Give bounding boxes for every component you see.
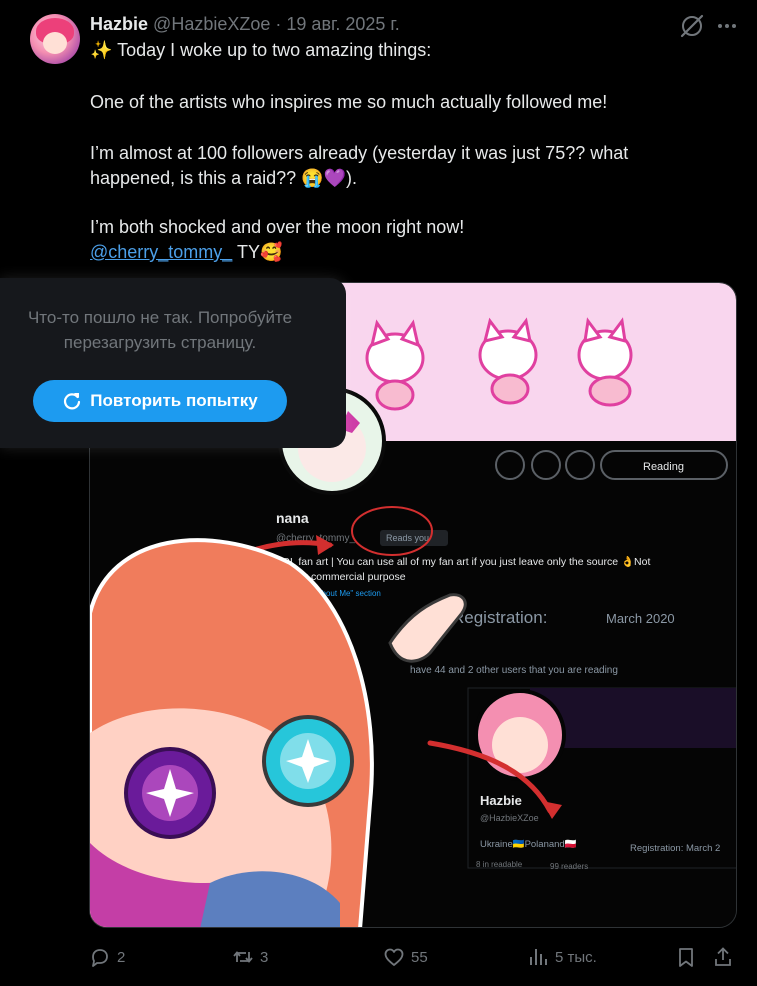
like-count: 55	[411, 948, 428, 966]
post-line-4: happened, is this a raid?? 😭💜).	[90, 168, 357, 188]
profile1-bio: LOL fan art | You can use all of my fan …	[276, 555, 650, 568]
more-icon[interactable]	[712, 12, 742, 40]
profile1-reading-note: have 44 and 2 other users that you are r…	[410, 665, 618, 676]
tweet[interactable]: Hazbie @HazbieXZoe · 19 авг. 2025 г. ✨ T…	[0, 0, 757, 986]
reply-button[interactable]: 2	[89, 940, 125, 974]
grok-icon[interactable]	[678, 12, 706, 40]
mention-link[interactable]: @cherry_tommy_	[90, 242, 232, 262]
views-count: 5 тыс.	[555, 948, 597, 966]
profile2-handle: @HazbieXZoe	[480, 813, 539, 823]
profile2-name: Hazbie	[480, 793, 522, 808]
post-line-1: ✨ Today I woke up to two amazing things:	[90, 40, 432, 60]
like-button[interactable]: 55	[383, 940, 428, 974]
error-toast: Что-то пошло не так. Попробуйте перезагр…	[0, 278, 346, 448]
profile2-readable: 8 in readable	[476, 860, 523, 869]
share-button[interactable]	[712, 940, 734, 974]
author-handle[interactable]: @HazbieXZoe	[153, 14, 270, 34]
avatar-face	[43, 32, 67, 54]
action-bar: 2 3 55 5 тыс.	[0, 940, 757, 974]
repost-count: 3	[260, 948, 269, 966]
share-icon	[715, 947, 731, 966]
retry-button[interactable]: Повторить попытку	[33, 380, 287, 422]
bookmark-button[interactable]	[675, 940, 697, 974]
reply-count: 2	[117, 948, 126, 966]
profile2-location: Ukraine🇺🇦Polanand🇵🇱	[480, 838, 577, 850]
bookmark-icon	[679, 948, 693, 967]
error-message: Что-то пошло не так. Попробуйте перезагр…	[27, 308, 293, 352]
repost-button[interactable]: 3	[232, 940, 268, 974]
post-thanks: TY🥰	[237, 242, 283, 262]
avatar[interactable]	[30, 14, 80, 64]
retry-label: Повторить попытку	[90, 391, 258, 410]
tweet-header: Hazbie @HazbieXZoe · 19 авг. 2025 г.	[90, 14, 400, 36]
views-icon	[530, 949, 547, 965]
profile2-registration: Registration: March 2	[630, 843, 720, 854]
post-line-6: @cherry_tommy_ TY🥰	[90, 240, 282, 265]
views-button[interactable]: 5 тыс.	[527, 940, 597, 974]
post-date[interactable]: 19 авг. 2025 г.	[286, 14, 399, 34]
like-icon	[384, 948, 404, 966]
reply-icon	[92, 949, 108, 967]
profile1-registration-label: Registration:	[452, 608, 547, 627]
profile1-reads-you: Reads you	[386, 533, 429, 543]
profile1-registration-date: March 2020	[606, 611, 675, 626]
author-name[interactable]: Hazbie	[90, 14, 148, 34]
repost-icon	[233, 951, 253, 963]
separator-dot: ·	[275, 14, 282, 34]
profile1-name: nana	[276, 510, 309, 526]
profile2-readers: 99 readers	[550, 862, 588, 871]
post-line-3: I’m almost at 100 followers already (yes…	[90, 143, 629, 163]
reading-button-label: Reading	[643, 461, 684, 473]
post-line-2: One of the artists who inspires me so mu…	[90, 92, 608, 112]
post-line-5: I’m both shocked and over the moon right…	[90, 217, 465, 237]
retry-icon	[64, 393, 81, 410]
